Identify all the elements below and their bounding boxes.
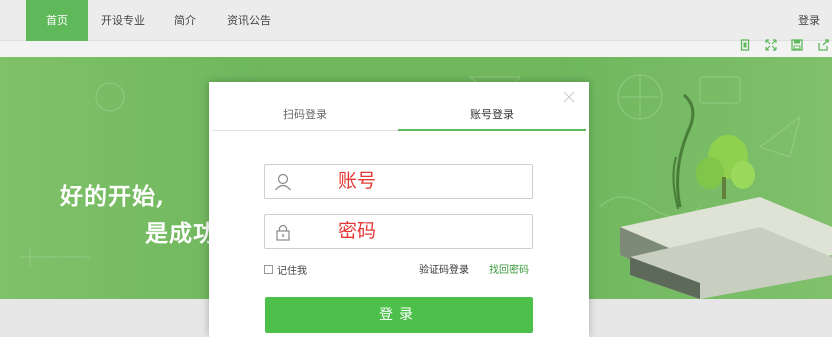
banner-slogan-line1: 好的开始, xyxy=(60,183,166,210)
tab-active-indicator xyxy=(398,129,586,131)
share-icon[interactable] xyxy=(815,37,831,53)
top-nav: 首页 开设专业 简介 资讯公告 登录 xyxy=(0,0,832,41)
top-login-link[interactable]: 登录 xyxy=(798,0,820,41)
forgot-password-link[interactable]: 找回密码 xyxy=(489,261,529,276)
password-placeholder: 密码 xyxy=(338,220,377,242)
user-icon xyxy=(275,173,291,191)
save-icon[interactable] xyxy=(789,37,805,53)
nav-item-intro[interactable]: 简介 xyxy=(165,0,205,41)
nav-item-majors[interactable]: 开设专业 xyxy=(92,0,154,41)
page-icon[interactable] xyxy=(737,37,753,53)
toolbar xyxy=(0,39,832,57)
vcode-login-link[interactable]: 验证码登录 xyxy=(419,261,469,276)
expand-icon[interactable] xyxy=(763,37,779,53)
account-placeholder: 账号 xyxy=(338,170,377,192)
tab-divider xyxy=(212,130,398,131)
tab-qrcode-login[interactable]: 扫码登录 xyxy=(212,100,398,130)
remember-checkbox[interactable] xyxy=(264,265,273,274)
books-tree-illustration xyxy=(620,93,832,299)
password-field[interactable]: 密码 xyxy=(264,214,533,249)
remember-label: 记住我 xyxy=(277,266,307,277)
lock-icon xyxy=(276,224,290,241)
login-button[interactable]: 登录 xyxy=(265,297,533,333)
banner-slogan-line2: 是成功 xyxy=(145,220,217,247)
account-field[interactable]: 账号 xyxy=(264,164,533,199)
nav-item-news[interactable]: 资讯公告 xyxy=(222,0,276,41)
remember-me[interactable]: 记住我 xyxy=(264,262,307,277)
nav-item-home[interactable]: 首页 xyxy=(26,0,88,41)
tab-account-login[interactable]: 账号登录 xyxy=(398,100,586,130)
